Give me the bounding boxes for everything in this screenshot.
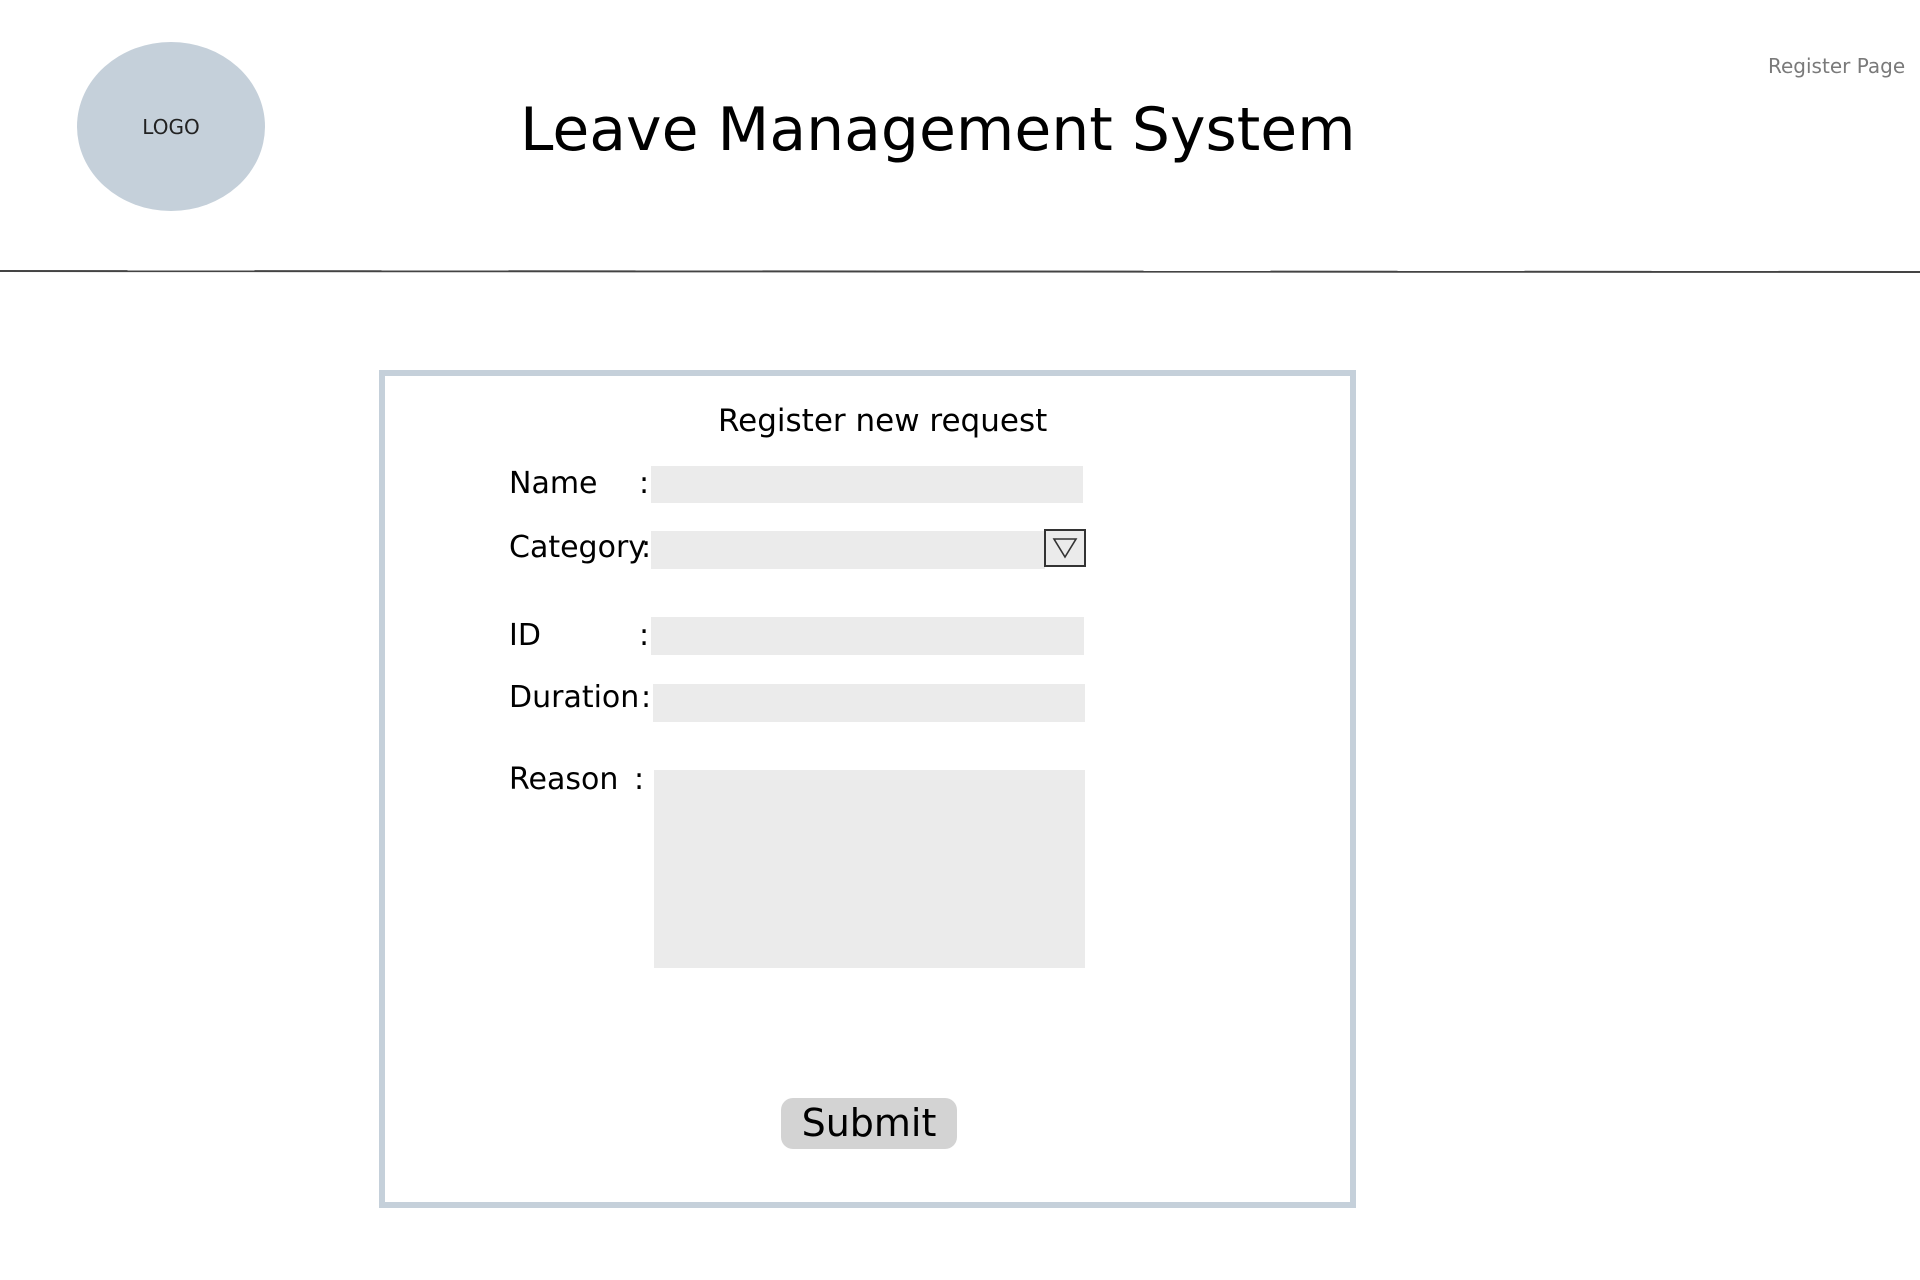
- logo: LOGO: [77, 42, 265, 211]
- form-heading: Register new request: [718, 403, 1048, 439]
- id-colon: :: [639, 618, 650, 653]
- duration-input[interactable]: [653, 684, 1085, 722]
- reason-colon: :: [634, 762, 645, 797]
- reason-label: Reason: [509, 762, 619, 797]
- category-label: Category: [509, 530, 647, 565]
- category-dropdown-button[interactable]: [1044, 529, 1086, 567]
- name-colon: :: [639, 466, 650, 501]
- id-label: ID: [509, 618, 541, 653]
- category-colon: :: [641, 530, 652, 565]
- duration-label: Duration: [509, 680, 640, 715]
- logo-text: LOGO: [142, 114, 200, 139]
- name-label: Name: [509, 466, 598, 501]
- triangle-down-icon: [1052, 538, 1078, 559]
- page-title: Leave Management System: [520, 95, 1356, 165]
- category-select[interactable]: [651, 531, 1045, 569]
- submit-button[interactable]: Submit: [781, 1098, 957, 1149]
- id-input[interactable]: [651, 617, 1084, 655]
- header-divider: [0, 270, 1920, 274]
- reason-textarea[interactable]: [654, 770, 1085, 968]
- page-label: Register Page: [1768, 54, 1906, 78]
- name-input[interactable]: [651, 466, 1083, 503]
- duration-colon: :: [641, 680, 652, 715]
- submit-button-label: Submit: [801, 1101, 937, 1145]
